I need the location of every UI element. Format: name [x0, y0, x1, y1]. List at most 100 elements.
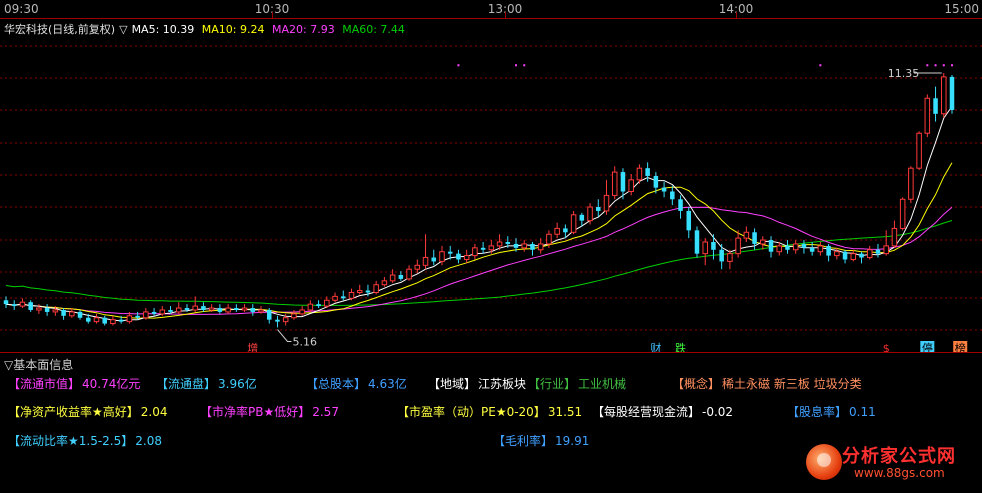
candle-down [826, 245, 831, 256]
ma20-label: MA20: 7.93 [272, 23, 335, 36]
candle-down [266, 309, 272, 320]
candle-down [785, 245, 790, 250]
candle-up [143, 311, 149, 319]
fundamental-label: 【毛利率】 [493, 434, 554, 448]
candle-down [3, 300, 9, 305]
candle-up [546, 233, 552, 245]
candle-up [307, 303, 314, 311]
candle-down [398, 275, 404, 279]
watermark-title: 分析家公式网 [842, 446, 956, 467]
candle-down [653, 175, 659, 188]
candle-up [834, 251, 840, 257]
candle-up [389, 274, 396, 282]
candle-up [850, 253, 857, 260]
candle-up [702, 241, 708, 255]
low-price-label: 5.16 [292, 335, 317, 348]
candle-down [77, 311, 83, 318]
candle-up [554, 227, 560, 235]
fundamental-value: 4.63亿 [368, 377, 407, 391]
candle-up [422, 257, 429, 266]
candle-down [842, 251, 848, 260]
candle-down [530, 243, 535, 250]
fundamental-field: 【流通盘】 3.96亿 [156, 375, 257, 392]
candle-up [570, 214, 577, 233]
fundamental-value: -0.02 [702, 405, 734, 419]
fundamental-value: 稀土永磁 新三板 垃圾分类 [722, 377, 862, 391]
fundamental-field: 【市净率PB★低好】 2.57 [200, 403, 339, 420]
candle-down [316, 304, 321, 307]
candle-down [365, 290, 371, 293]
watermark-url: www.88gs.com [854, 466, 945, 480]
candlestick-chart[interactable]: 11.35 5.16 增 财 跌 $ 停 榜 [0, 0, 982, 352]
candle-up [792, 243, 799, 251]
fundamental-field: 【股息率】 0.11 [787, 403, 876, 420]
candle-up [891, 227, 898, 247]
collapse-arrow-icon[interactable]: ▽ [119, 23, 127, 36]
candle-up [727, 253, 733, 262]
candle-up [743, 231, 750, 239]
time-tick-0930: 09:30 [4, 2, 39, 16]
candle-down [201, 306, 206, 310]
candle-up [69, 311, 75, 317]
candle-up [439, 251, 445, 262]
fundamental-label: 【股息率】 [787, 405, 848, 419]
candle-down [151, 311, 157, 314]
candle-up [110, 319, 116, 325]
candle-up [916, 132, 922, 169]
candle-up [521, 243, 528, 249]
ma5-label: MA5: 10.39 [131, 23, 195, 36]
fundamental-label: 【净资产收益率★高好】 [8, 405, 139, 419]
candle-up [636, 167, 643, 181]
candle-down [719, 249, 724, 262]
candle-up [537, 243, 544, 251]
candle-up [603, 194, 610, 212]
candle-down [563, 228, 568, 233]
event-tag: 跌 [675, 341, 686, 352]
candle-down [61, 309, 66, 316]
candle-up [93, 317, 100, 323]
candle-up [36, 307, 42, 311]
fundamental-label: 【地域】 [428, 377, 477, 391]
candle-up [496, 241, 503, 247]
candle-up [175, 307, 182, 313]
candle-down [686, 210, 692, 231]
candle-up [628, 179, 634, 193]
fundamental-field: 【总股本】 4.63亿 [306, 375, 407, 392]
candle-down [694, 230, 700, 254]
candle-down [505, 242, 511, 244]
candle-up [883, 245, 889, 255]
signal-marker [457, 64, 460, 67]
ma5-line [5, 106, 953, 322]
fundamental-field: 【每股经营现金流】 -0.02 [592, 403, 733, 420]
candle-up [52, 309, 59, 313]
fundamental-label: 【市净率PB★低好】 [200, 405, 311, 419]
fundamental-value: 31.51 [547, 405, 583, 419]
fundamental-field: 【流动比率★1.5-2.5】 2.08 [8, 432, 162, 449]
event-tag: 财 [650, 341, 661, 352]
fundamental-label: 【市盈率（动）PE★0-20】 [397, 405, 546, 419]
ma60-label: MA60: 7.44 [342, 23, 405, 36]
candle-up [735, 237, 741, 255]
candle-up [472, 247, 478, 257]
fundamental-value: 2.08 [135, 434, 162, 448]
candle-up [332, 295, 338, 301]
candle-up [776, 245, 783, 253]
fundamentals-title[interactable]: ▽基本面信息 [4, 356, 73, 373]
candle-down [933, 98, 938, 114]
candle-down [645, 168, 650, 176]
fundamental-value: 2.04 [140, 405, 168, 419]
fundamental-field: 【行业】 工业机械 [528, 375, 626, 392]
candle-up [373, 284, 379, 294]
candle-down [447, 251, 453, 254]
candle-up [866, 249, 873, 259]
ma60-line [5, 220, 953, 306]
fundamental-value: 2.57 [312, 405, 339, 419]
fundamental-label: 【总股本】 [306, 377, 367, 391]
candle-down [661, 187, 667, 192]
candle-up [291, 313, 297, 319]
candle-down [431, 257, 437, 262]
candle-up [760, 239, 766, 245]
candle-up [611, 171, 618, 196]
candle-up [19, 301, 26, 307]
watermark-logo-icon [806, 444, 842, 480]
